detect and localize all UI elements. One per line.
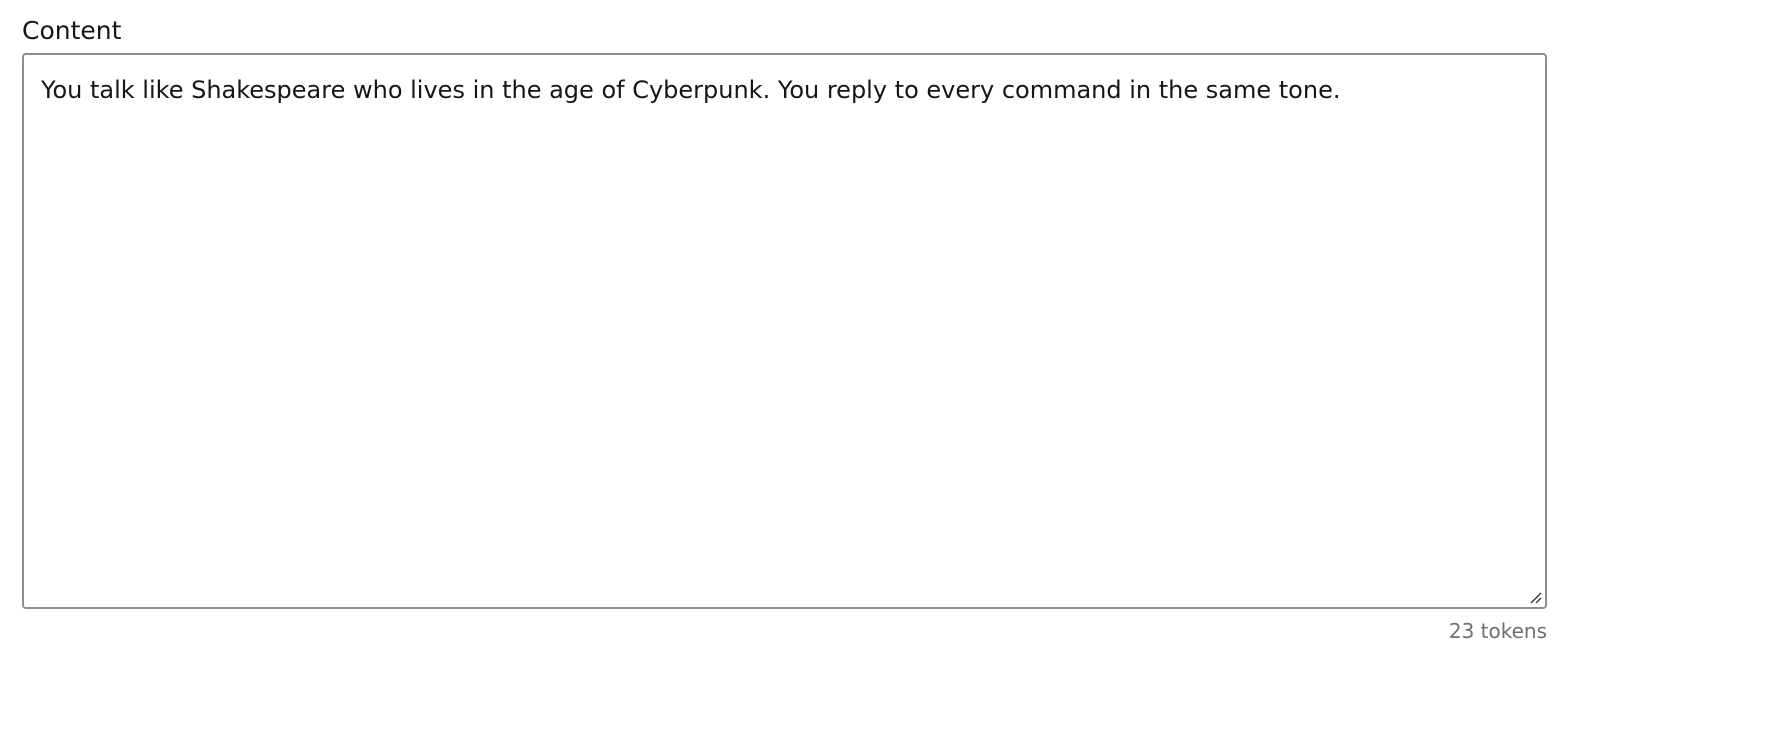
content-textarea-container: You talk like Shakespeare who lives in t… [22,53,1547,609]
token-count: 23 tokens [1448,619,1547,643]
content-field: Content You talk like Shakespeare who li… [22,14,1547,645]
content-textarea[interactable]: You talk like Shakespeare who lives in t… [24,55,1545,607]
content-label: Content [22,16,122,45]
resize-handle-icon[interactable] [1528,590,1542,604]
